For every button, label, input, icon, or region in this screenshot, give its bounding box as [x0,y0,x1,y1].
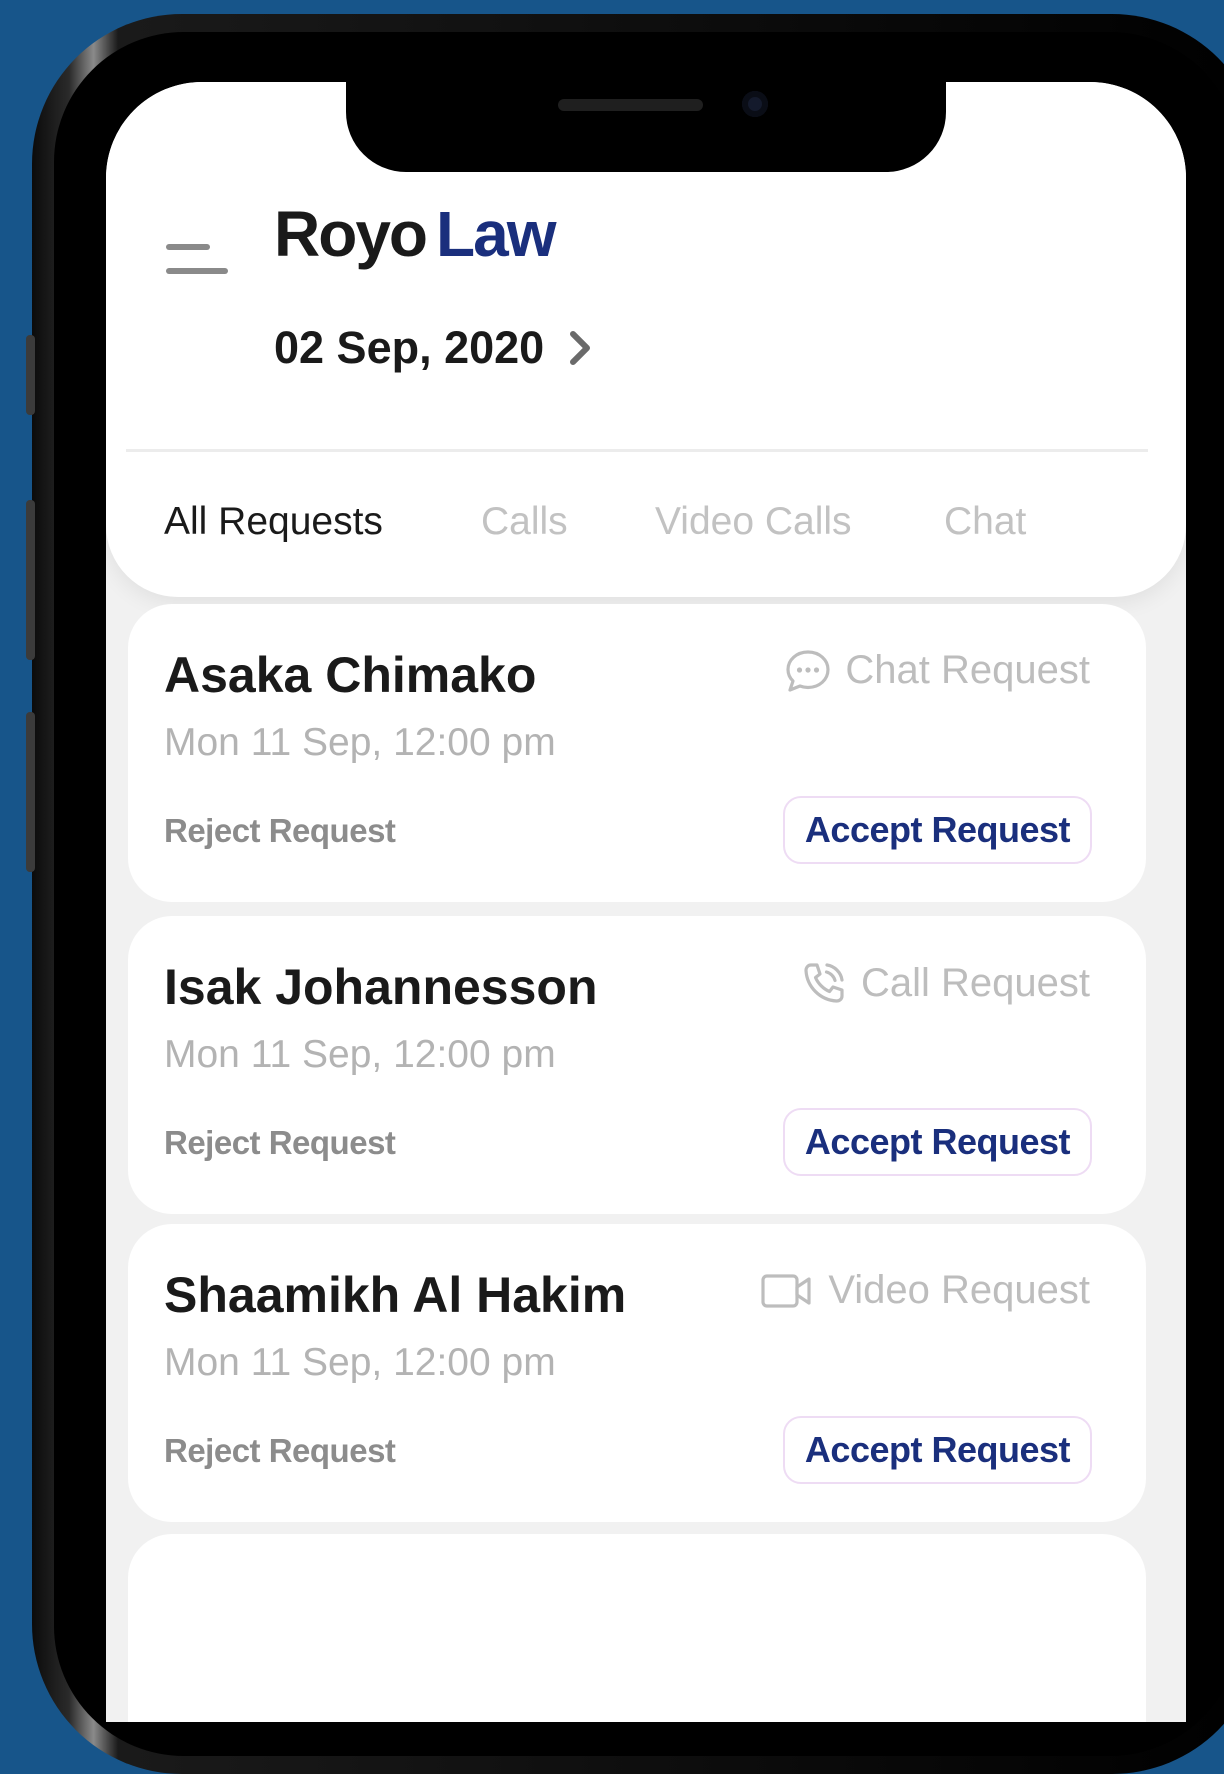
reject-request-button[interactable]: Reject Request [164,1432,396,1470]
request-datetime: Mon 11 Sep, 12:00 pm [164,1033,556,1076]
date-selector[interactable]: 02 Sep, 2020 [274,322,594,374]
chat-bubble-icon [786,649,831,692]
phone-screen: Royo Law 02 Sep, 2020 All Requests Calls … [106,82,1186,1722]
menu-icon[interactable] [166,244,230,278]
volume-up-button [26,500,35,660]
tab-all-requests[interactable]: All Requests [164,500,383,544]
request-type: Chat Request [785,648,1090,693]
tab-video-calls[interactable]: Video Calls [655,500,852,544]
client-name: Isak Johannesson [164,959,598,1015]
request-card[interactable]: Isak Johannesson Mon 11 Sep, 12:00 pm Ca… [128,916,1146,1214]
app-logo: Royo Law [274,202,556,266]
reject-request-button[interactable]: Reject Request [164,1124,396,1162]
request-type-label: Call Request [860,960,1090,1005]
request-type-label: Chat Request [845,648,1090,692]
tab-calls[interactable]: Calls [481,500,568,544]
front-camera [742,91,768,117]
request-datetime: Mon 11 Sep, 12:00 pm [164,1341,556,1384]
chevron-right-icon[interactable] [566,328,594,368]
reject-request-button[interactable]: Reject Request [164,812,396,850]
brand-name-first: Royo [274,198,428,270]
request-card[interactable]: Asaka Chimako Mon 11 Sep, 12:00 pm Chat … [128,604,1146,902]
mute-switch [26,335,35,415]
app-header: Royo Law 02 Sep, 2020 All Requests Calls … [106,82,1186,597]
selected-date: 02 Sep, 2020 [274,322,545,373]
request-type-label: Video Request [828,1268,1090,1312]
request-type: Video Request [760,1268,1090,1313]
tab-chat[interactable]: Chat [944,500,1026,544]
earpiece-speaker [558,99,703,111]
accept-request-button[interactable]: Accept Request [782,1416,1092,1484]
volume-down-button [26,712,35,872]
request-type: Call Request [801,960,1090,1006]
brand-name-second: Law [436,198,556,270]
accept-request-button[interactable]: Accept Request [782,796,1092,864]
phone-notch [346,82,946,172]
request-datetime: Mon 11 Sep, 12:00 pm [164,721,556,764]
client-name: Shaamikh Al Hakim [164,1267,627,1323]
request-card[interactable]: Shaamikh Al Hakim Mon 11 Sep, 12:00 pm V… [128,1224,1146,1522]
header-divider [126,449,1148,452]
client-name: Asaka Chimako [164,647,537,703]
accept-request-button[interactable]: Accept Request [782,1108,1092,1176]
phone-call-icon [804,963,844,1003]
request-card-partial[interactable] [128,1534,1146,1722]
video-camera-icon [761,1273,811,1308]
